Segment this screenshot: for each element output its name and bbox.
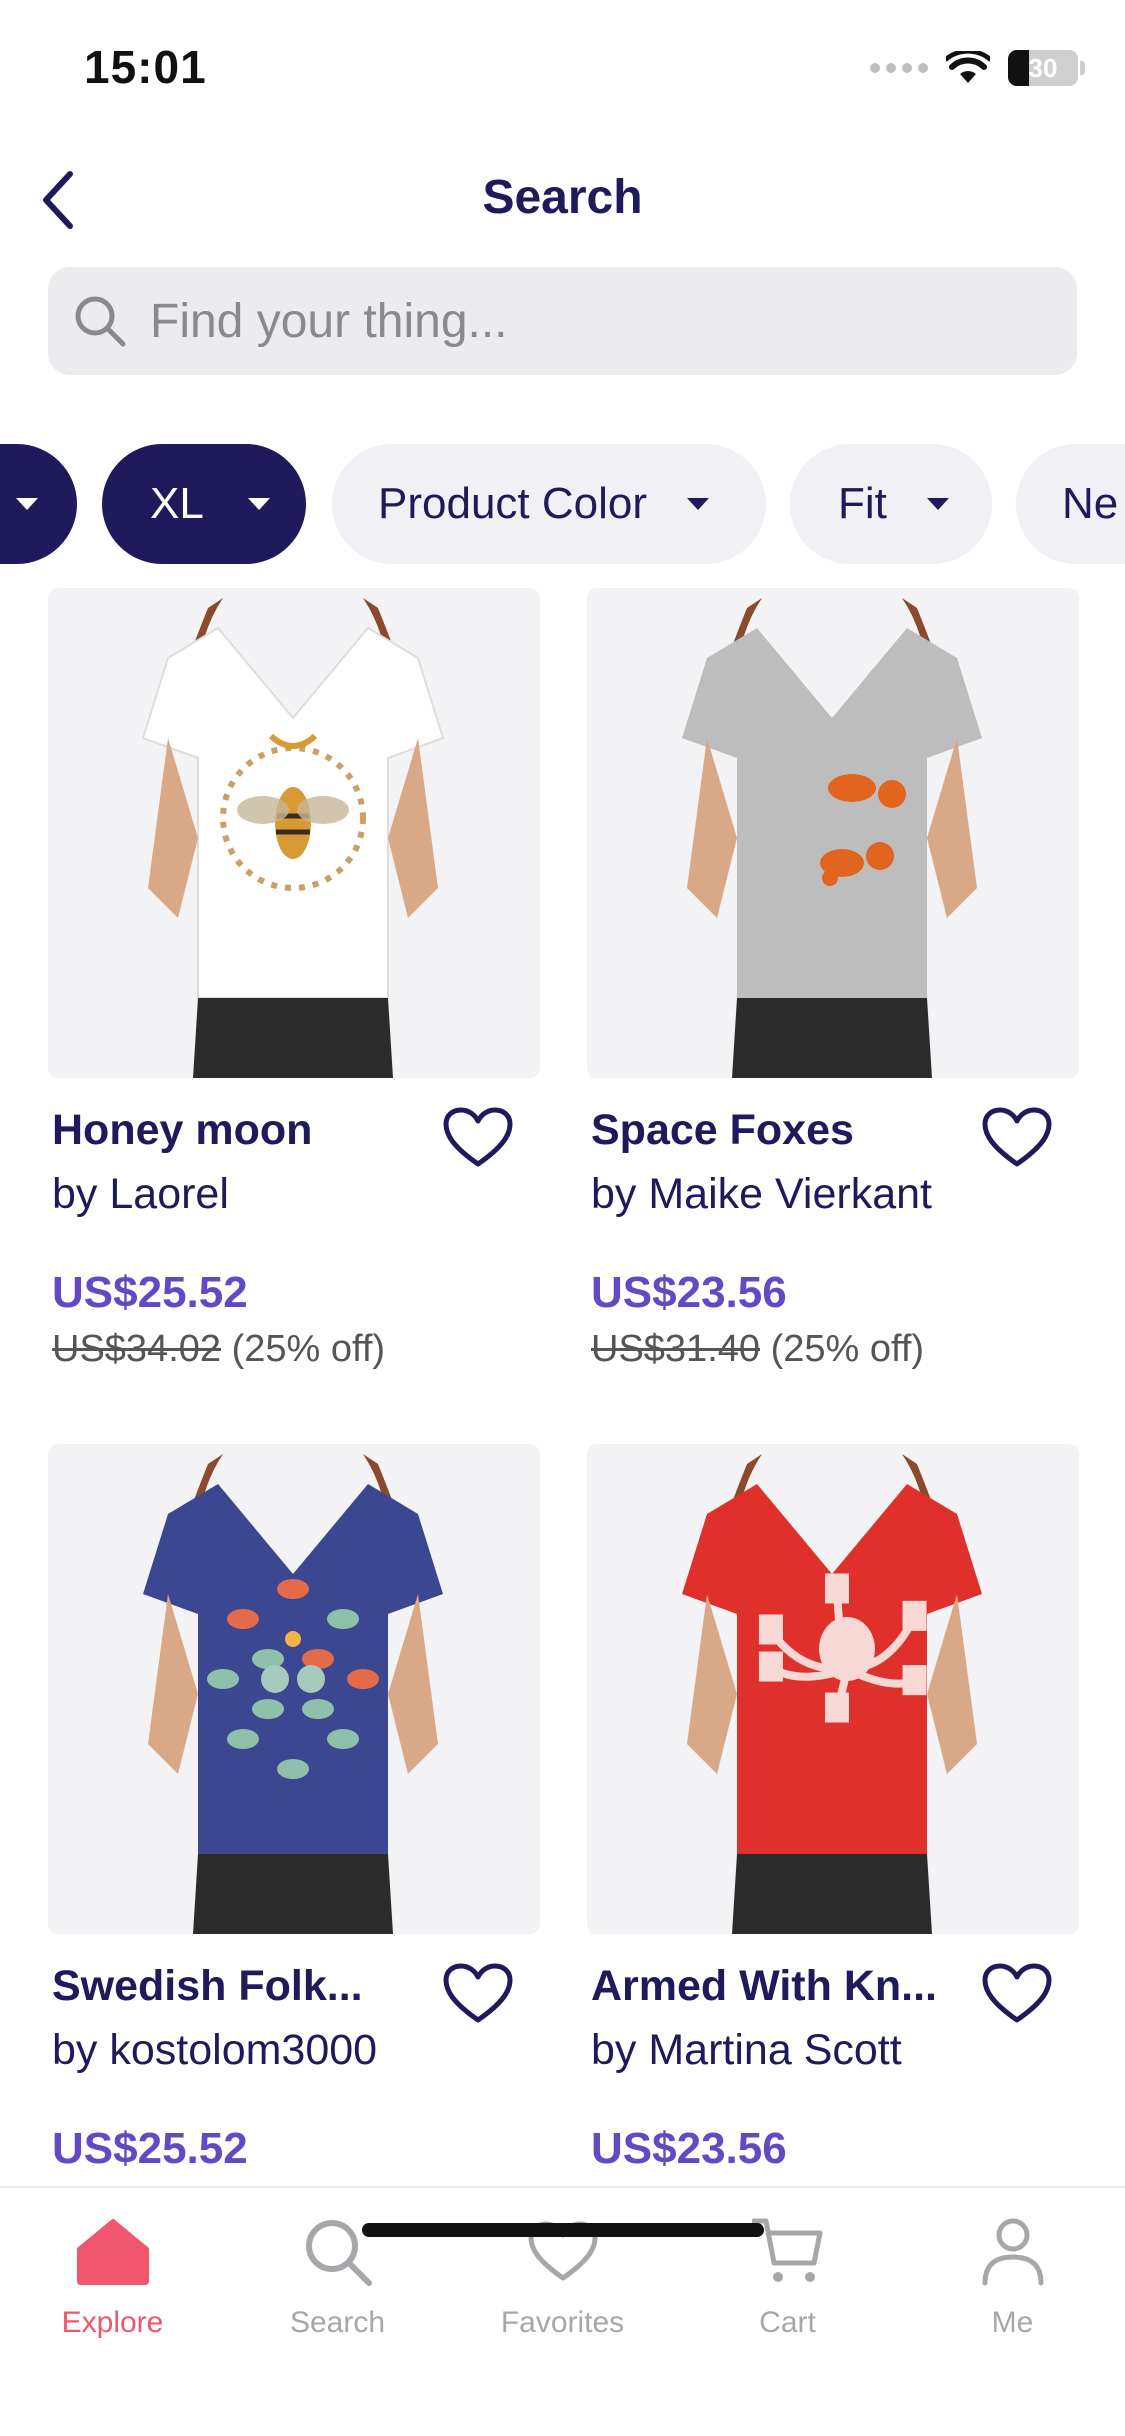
product-price: US$25.52 xyxy=(52,2124,248,2173)
filter-chip-label: Fit xyxy=(838,479,887,528)
tab-label: Favorites xyxy=(500,2306,625,2339)
tab-label: Me xyxy=(991,2306,1034,2339)
heart-icon xyxy=(982,1963,1052,2023)
tshirt-image xyxy=(682,598,982,1078)
product-grid: Honey moon by Laorel US$25.52 US$34.02 (… xyxy=(0,588,1125,2188)
favorite-button[interactable] xyxy=(440,1956,516,2032)
heart-icon xyxy=(443,1963,513,2023)
original-price: US$34.02 xyxy=(52,1328,222,1370)
product-card[interactable]: Swedish Folk... by kostolom3000 US$25.52 xyxy=(48,1444,540,2173)
tab-bar: Explore Search Favorites Cart Me xyxy=(0,2186,1125,2436)
product-title[interactable]: Swedish Folk... xyxy=(52,1962,432,2011)
caret-down-icon xyxy=(247,498,270,510)
heart-icon xyxy=(443,1107,513,1167)
cellular-signal-icon xyxy=(870,63,928,73)
product-price: US$25.52 xyxy=(52,1268,248,1317)
home-indicator xyxy=(362,2223,764,2237)
product-image[interactable] xyxy=(48,588,540,1078)
caret-down-icon xyxy=(687,498,710,510)
favorite-button[interactable] xyxy=(440,1100,516,1176)
battery-icon: 30 xyxy=(1008,50,1078,86)
filter-chip-label: Ne xyxy=(1062,479,1119,528)
person-icon xyxy=(973,2212,1053,2292)
product-image[interactable] xyxy=(587,588,1079,1078)
product-title[interactable]: Space Foxes xyxy=(591,1106,971,1155)
status-icons: 30 xyxy=(870,48,1085,88)
heart-icon xyxy=(982,1107,1052,1167)
favorite-button[interactable] xyxy=(979,1100,1055,1176)
filter-chip-neck[interactable]: Ne xyxy=(1016,444,1125,564)
status-time: 15:01 xyxy=(84,41,207,93)
product-artist[interactable]: by Martina Scott xyxy=(591,2026,902,2075)
filter-chip-label: XL xyxy=(150,479,204,528)
search-icon xyxy=(70,291,130,351)
search-field[interactable] xyxy=(48,267,1077,375)
home-icon xyxy=(73,2212,153,2292)
filter-chip-xl[interactable]: XL xyxy=(102,444,306,564)
battery-percent: 30 xyxy=(1028,52,1058,83)
status-bar: 15:01 30 xyxy=(0,0,1125,140)
tab-explore[interactable]: Explore xyxy=(0,2212,225,2362)
filter-chip-fit[interactable]: Fit xyxy=(790,444,992,564)
caret-down-icon xyxy=(16,498,38,510)
product-title[interactable]: Honey moon xyxy=(52,1106,432,1155)
filter-chip-size[interactable] xyxy=(0,444,77,564)
tshirt-image xyxy=(143,1454,443,1934)
tab-label: Search xyxy=(289,2306,386,2339)
product-old-price-row: US$31.40 (25% off) xyxy=(591,1328,924,1371)
product-image[interactable] xyxy=(587,1444,1079,1934)
favorite-button[interactable] xyxy=(979,1956,1055,2032)
product-image[interactable] xyxy=(48,1444,540,1934)
tshirt-image xyxy=(682,1454,982,1934)
product-price: US$23.56 xyxy=(591,1268,787,1317)
filter-chips: XL Product Color Fit Ne xyxy=(0,444,1125,564)
battery-cap xyxy=(1080,61,1085,75)
product-card[interactable]: Honey moon by Laorel US$25.52 US$34.02 (… xyxy=(48,588,540,1370)
product-artist[interactable]: by kostolom3000 xyxy=(52,2026,377,2075)
product-card[interactable]: Space Foxes by Maike Vierkant US$23.56 U… xyxy=(587,588,1079,1370)
filter-chip-product-color[interactable]: Product Color xyxy=(332,444,766,564)
tshirt-image xyxy=(141,598,445,1078)
wifi-icon xyxy=(946,51,990,83)
original-price: US$31.40 xyxy=(591,1328,761,1370)
search-input[interactable] xyxy=(150,293,1050,349)
page-title: Search xyxy=(482,171,643,224)
product-title[interactable]: Armed With Kn... xyxy=(591,1962,971,2011)
product-card[interactable]: Armed With Kn... by Martina Scott US$23.… xyxy=(587,1444,1079,2173)
filter-chip-label: Product Color xyxy=(378,479,648,528)
caret-down-icon xyxy=(926,498,949,510)
tab-label: Cart xyxy=(759,2306,816,2339)
nav-header: Search xyxy=(0,150,1125,250)
discount-label: (25% off) xyxy=(231,1328,386,1370)
discount-label: (25% off) xyxy=(770,1328,925,1370)
product-old-price-row: US$34.02 (25% off) xyxy=(52,1328,385,1371)
product-artist[interactable]: by Laorel xyxy=(52,1170,229,1219)
tab-label: Explore xyxy=(61,2306,164,2339)
product-artist[interactable]: by Maike Vierkant xyxy=(591,1170,932,1219)
product-price: US$23.56 xyxy=(591,2124,787,2173)
tab-me[interactable]: Me xyxy=(900,2212,1125,2362)
